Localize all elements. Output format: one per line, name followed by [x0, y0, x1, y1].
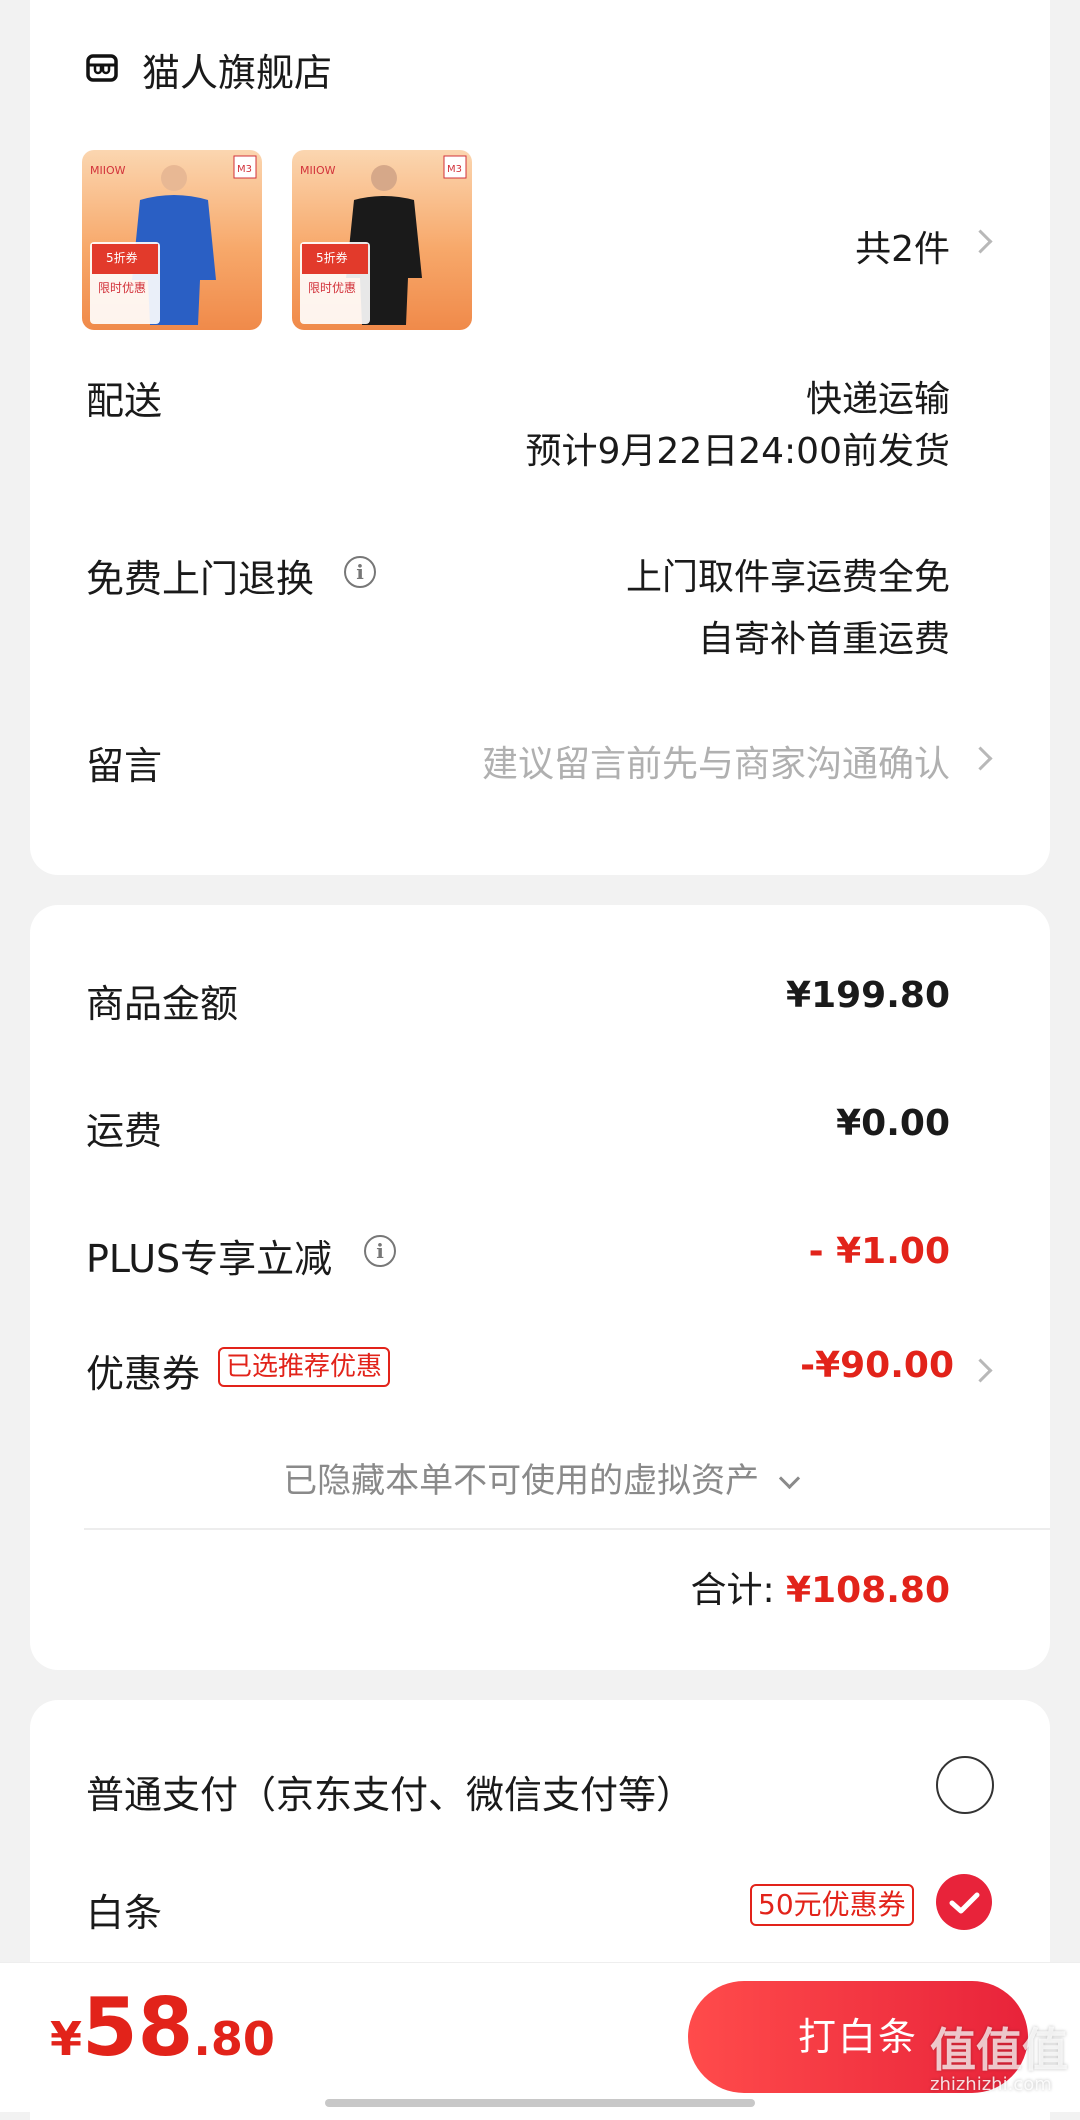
product-thumbnail-1[interactable]: MIIOW M3 5折券 限时优惠 — [82, 150, 262, 330]
svg-text:M3: M3 — [237, 164, 252, 175]
coupon-value[interactable]: -¥90.00 — [800, 1345, 954, 1386]
watermark-url: zhizhizhi.com — [930, 2074, 1052, 2095]
goods-amount-value: ¥199.80 — [786, 975, 950, 1016]
returns-line-1: 上门取件享运费全免 — [625, 557, 950, 598]
baitiao-radio-checked-icon[interactable] — [936, 1874, 992, 1930]
home-indicator[interactable] — [325, 2099, 755, 2107]
store-icon — [86, 54, 118, 82]
returns-info-icon[interactable]: i — [344, 556, 376, 588]
svg-text:5折券: 5折券 — [106, 250, 138, 265]
normal-pay-radio[interactable] — [936, 1756, 994, 1814]
plus-discount-label: PLUS专享立减 — [86, 1237, 333, 1281]
amount-decimal: .80 — [193, 2012, 275, 2066]
bottom-bar: ¥58.80 打白条 — [0, 1962, 1080, 2112]
coupon-label: 优惠券 — [86, 1352, 201, 1396]
delivery-method: 快递运输 — [805, 379, 950, 420]
amount-integer: 58 — [82, 1981, 194, 2074]
svg-text:MIIOW: MIIOW — [300, 164, 336, 177]
price-card: 商品金额 ¥199.80 运费 ¥0.00 PLUS专享立减 i - ¥1.00… — [30, 905, 1050, 1670]
coupon-chevron-icon[interactable] — [968, 1358, 993, 1383]
product-thumbnail-2[interactable]: MIIOW M3 5折券 限时优惠 — [292, 150, 472, 330]
svg-text:5折券: 5折券 — [316, 250, 348, 265]
store-card: 猫人旗舰店 MIIOW M3 5折券 限时优惠 MIIOW M3 5折券 限时优… — [30, 0, 1050, 875]
promo-text: 限时优惠 — [98, 281, 146, 295]
message-input[interactable]: 建议留言前先与商家沟通确认 — [482, 735, 950, 787]
price-divider — [84, 1528, 1050, 1530]
hidden-assets-text: 已隐藏本单不可使用的虚拟资产 — [283, 1461, 760, 1501]
message-chevron-icon[interactable] — [968, 746, 993, 771]
total-value: ¥108.80 — [786, 1570, 950, 1611]
item-count[interactable]: 共2件 — [855, 220, 950, 272]
coupon-tag: 已选推荐优惠 — [218, 1347, 391, 1387]
goods-amount-label: 商品金额 — [86, 982, 239, 1026]
returns-label: 免费上门退换 — [86, 557, 315, 601]
delivery-eta: 预计9月22日24:00前发货 — [525, 431, 950, 472]
baitiao-label[interactable]: 白条 — [86, 1882, 162, 1937]
hidden-assets-toggle[interactable]: 已隐藏本单不可使用的虚拟资产 — [30, 1453, 1050, 1502]
store-name[interactable]: 猫人旗舰店 — [142, 42, 332, 97]
total-label: 合计: — [690, 1570, 775, 1611]
delivery-label: 配送 — [86, 379, 163, 423]
plus-discount-value: - ¥1.00 — [808, 1231, 950, 1272]
normal-pay-label[interactable]: 普通支付（京东支付、微信支付等） — [86, 1764, 694, 1819]
shipping-value: ¥0.00 — [836, 1103, 950, 1144]
order-total: 合计: ¥108.80 — [690, 1561, 950, 1613]
baitiao-coupon-tag: 50元优惠券 — [750, 1884, 914, 1926]
chevron-down-icon — [778, 1467, 801, 1490]
watermark-logo: 值值值 — [930, 2023, 1068, 2077]
svg-text:MIIOW: MIIOW — [90, 164, 126, 177]
currency-symbol: ¥ — [50, 2012, 83, 2066]
returns-line-2: 自寄补首重运费 — [697, 619, 950, 660]
svg-text:限时优惠: 限时优惠 — [308, 281, 356, 295]
pay-amount: ¥58.80 — [50, 1981, 275, 2074]
svg-text:M3: M3 — [447, 164, 462, 175]
message-label: 留言 — [86, 744, 163, 788]
shipping-label: 运费 — [86, 1109, 163, 1153]
item-count-chevron-icon[interactable] — [968, 229, 993, 254]
plus-info-icon[interactable]: i — [364, 1235, 396, 1267]
